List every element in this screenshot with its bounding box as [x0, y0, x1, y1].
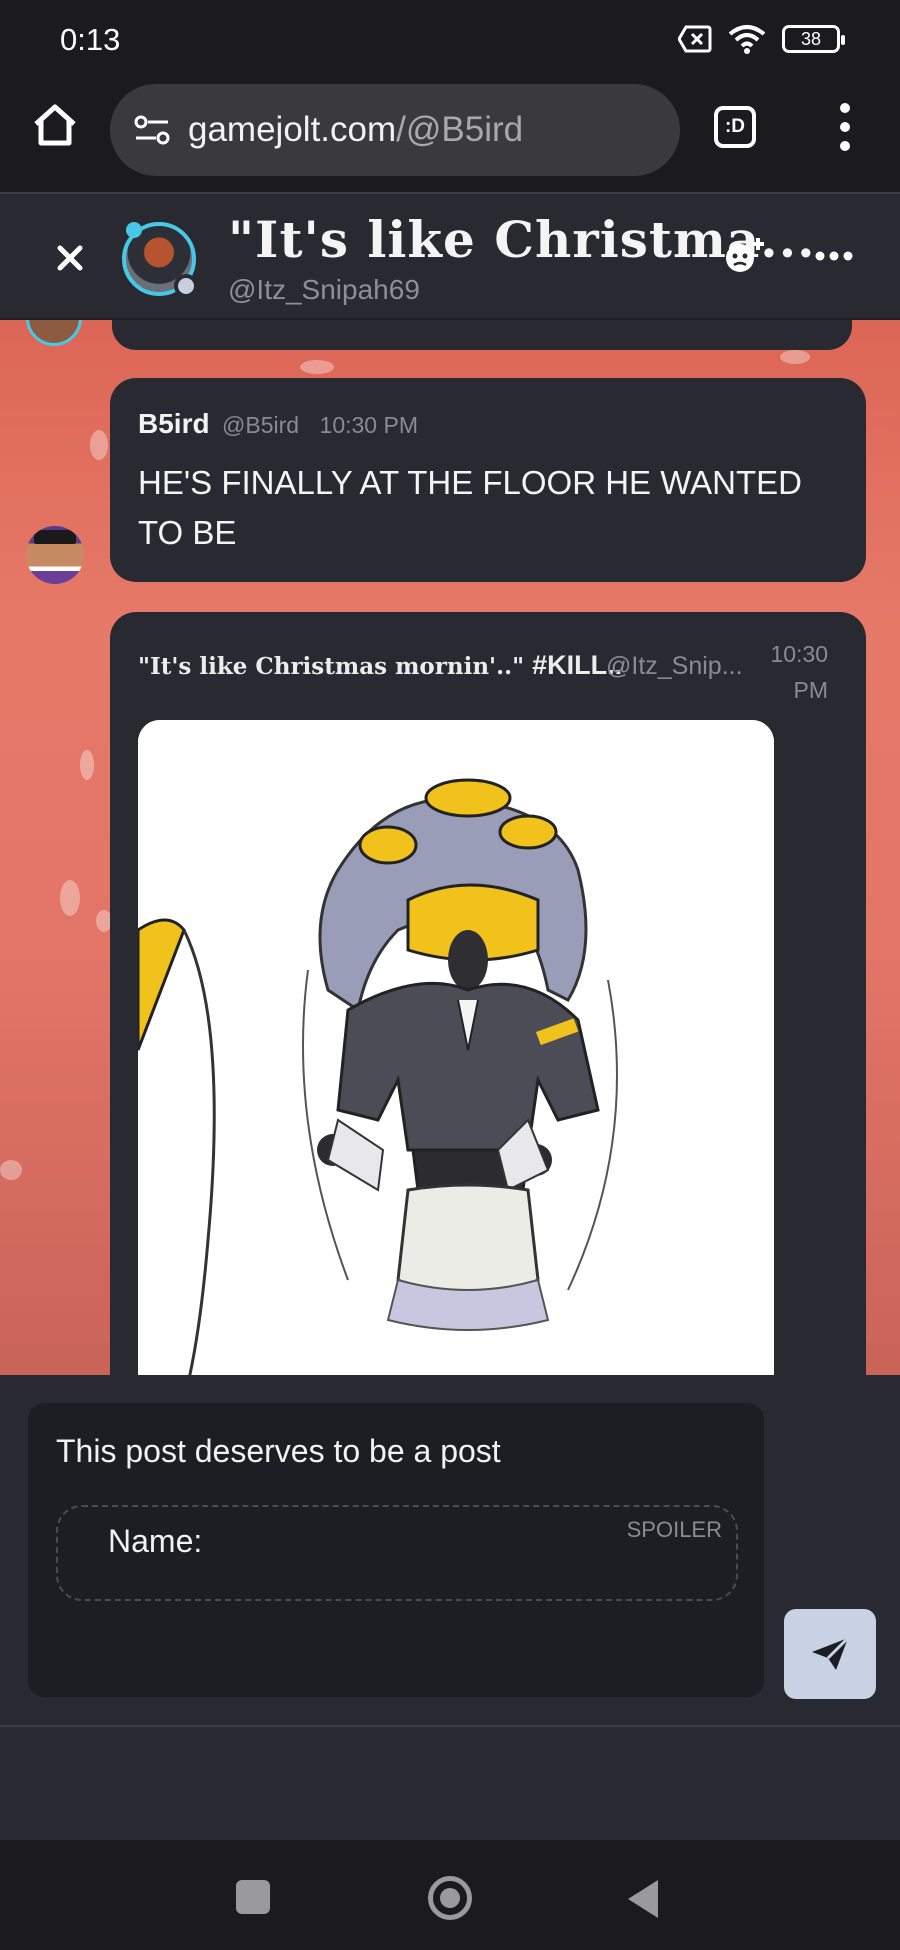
no-sim-icon — [678, 25, 712, 53]
background-splat — [300, 360, 334, 374]
site-settings-icon[interactable] — [134, 114, 170, 146]
message-time: 10:30 PM — [319, 412, 418, 438]
system-nav-bar — [0, 1840, 900, 1950]
message-input-text[interactable]: This post deserves to be a post — [56, 1433, 501, 1470]
status-bar: 0:13 38 — [0, 0, 900, 80]
more-vert-icon[interactable] — [830, 100, 860, 154]
close-icon[interactable] — [50, 238, 90, 278]
background-splat — [0, 1160, 22, 1180]
previous-message-bubble — [112, 320, 852, 350]
spoiler-label: SPOILER — [626, 1517, 722, 1542]
battery-level: 38 — [800, 28, 822, 49]
spoiler-text[interactable]: Name: — [108, 1523, 202, 1560]
tab-switcher-button[interactable]: :D — [714, 106, 756, 148]
wifi-icon — [728, 25, 766, 54]
chat-avatar[interactable] — [122, 222, 198, 298]
message-author[interactable]: B5ird — [138, 408, 210, 439]
send-button[interactable] — [784, 1609, 876, 1699]
message-meta: B5ird @B5ird 10:30 PM — [138, 408, 418, 440]
background-splat — [90, 430, 108, 460]
embed-handle: @Itz_Snip... — [606, 652, 743, 680]
embed-title[interactable]: "It's like Christmas mornin'.." #KILL.. — [138, 650, 622, 681]
recents-icon[interactable] — [236, 1880, 270, 1914]
chat-header: "It's like Christma... @Itz_Snipah69 — [0, 192, 900, 320]
spoiler-block[interactable]: SPOILER Name: — [56, 1505, 738, 1601]
message-bubble[interactable]: B5ird @B5ird 10:30 PM HE'S FINALLY AT TH… — [110, 378, 866, 582]
tab-switcher-label: :D — [724, 116, 746, 137]
message-avatar[interactable] — [26, 526, 84, 584]
url-path: /@B5ird — [396, 110, 524, 149]
embed-time-line1: 10:30 — [770, 641, 828, 667]
add-friend-icon[interactable] — [722, 234, 766, 278]
status-dot — [174, 274, 198, 298]
browser-toolbar: gamejolt.com/@B5ird :D — [0, 80, 900, 192]
status-time: 0:13 — [60, 22, 121, 57]
avatar-badge — [126, 222, 142, 238]
battery-icon: 38 — [782, 25, 845, 53]
url-domain: gamejolt.com — [188, 110, 397, 149]
embed-image[interactable] — [138, 720, 774, 1375]
post-embed-bubble[interactable]: "It's like Christmas mornin'.." #KILL.. @… — [110, 612, 866, 1375]
home-icon[interactable] — [30, 100, 80, 150]
message-input[interactable]: This post deserves to be a post SPOILER … — [28, 1403, 764, 1697]
previous-message-avatar[interactable] — [26, 320, 82, 346]
message-handle: @B5ird — [222, 412, 300, 438]
character-sketch-image — [138, 720, 774, 1375]
url-text: gamejolt.com/@B5ird — [188, 110, 523, 150]
send-icon — [812, 1636, 850, 1670]
composer-area: This post deserves to be a post SPOILER … — [0, 1375, 900, 1840]
address-bar[interactable]: gamejolt.com/@B5ird — [110, 84, 680, 176]
background-splat — [80, 750, 94, 780]
back-icon[interactable] — [628, 1880, 658, 1918]
chat-handle[interactable]: @Itz_Snipah69 — [228, 274, 420, 306]
background-splat — [60, 880, 80, 916]
divider — [0, 1725, 900, 1727]
status-icons: 38 — [678, 24, 845, 54]
chat-messages[interactable]: B5ird @B5ird 10:30 PM HE'S FINALLY AT TH… — [0, 320, 900, 1375]
message-text: HE'S FINALLY AT THE FLOOR HE WANTED TO B… — [138, 464, 802, 551]
embed-time-line2: PM — [793, 677, 829, 703]
more-horiz-icon[interactable] — [814, 236, 854, 276]
embed-time: 10:30 PM — [738, 636, 828, 708]
background-splat — [780, 350, 810, 364]
home-nav-icon[interactable] — [428, 1876, 472, 1920]
embed-title-text: "It's like Christmas mornin'.." — [138, 653, 525, 680]
